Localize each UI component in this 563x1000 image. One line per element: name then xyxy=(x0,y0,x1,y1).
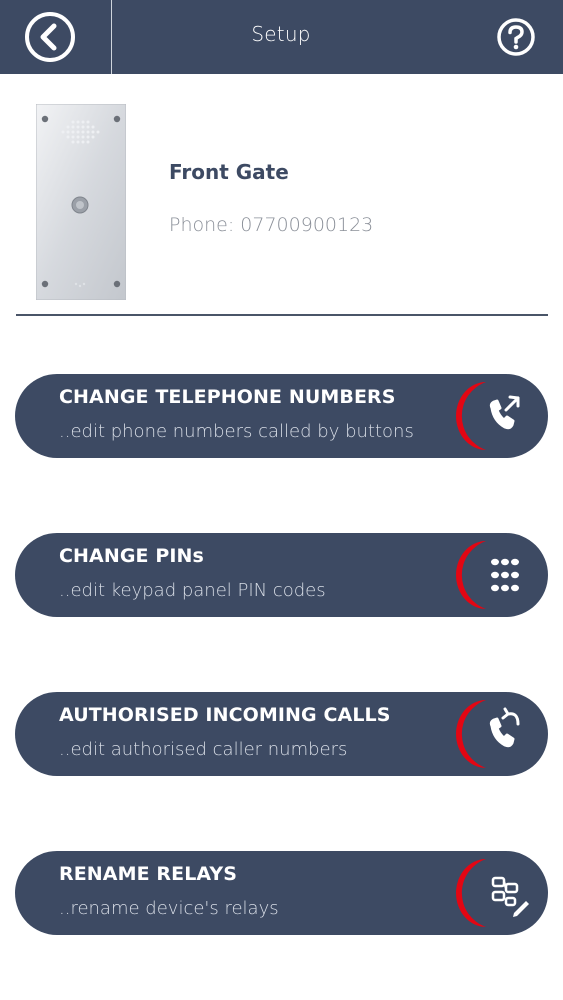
button-title: AUTHORISED INCOMING CALLS xyxy=(59,704,391,726)
change-pins-button[interactable]: CHANGE PINs ..edit keypad panel PIN code… xyxy=(15,533,548,617)
phone-forward-icon xyxy=(448,374,548,458)
button-subtitle: ..rename device's relays xyxy=(59,898,279,919)
back-button[interactable] xyxy=(24,11,76,63)
button-subtitle: ..edit phone numbers called by buttons xyxy=(59,421,414,442)
rename-relays-button[interactable]: RENAME RELAYS ..rename device's relays xyxy=(15,851,548,935)
button-subtitle: ..edit authorised caller numbers xyxy=(59,739,348,760)
help-button[interactable] xyxy=(496,17,536,57)
device-name: Front Gate xyxy=(169,160,289,184)
button-title: CHANGE TELEPHONE NUMBERS xyxy=(59,386,396,408)
relay-edit-icon xyxy=(448,851,548,935)
phone-incoming-icon xyxy=(448,692,548,776)
header-bar: Setup xyxy=(0,0,563,74)
section-divider xyxy=(16,314,548,316)
authorised-incoming-calls-button[interactable]: AUTHORISED INCOMING CALLS ..edit authori… xyxy=(15,692,548,776)
page-title: Setup xyxy=(251,22,311,46)
device-phone: Phone: 07700900123 xyxy=(169,214,374,236)
intercom-panel-image xyxy=(35,103,127,301)
button-title: CHANGE PINs xyxy=(59,545,204,567)
button-title: RENAME RELAYS xyxy=(59,863,238,885)
change-telephone-numbers-button[interactable]: CHANGE TELEPHONE NUMBERS ..edit phone nu… xyxy=(15,374,548,458)
keypad-icon xyxy=(448,533,548,617)
button-subtitle: ..edit keypad panel PIN codes xyxy=(59,580,326,601)
help-icon xyxy=(497,18,535,56)
back-arrow-icon xyxy=(25,12,75,62)
